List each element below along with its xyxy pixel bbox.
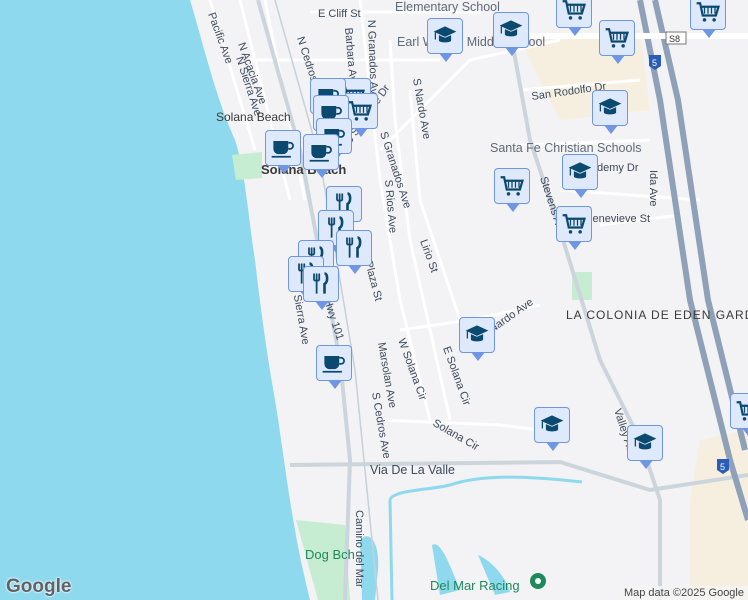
school-icon — [465, 325, 489, 342]
svg-text:Plaza St: Plaza St — [362, 260, 384, 303]
svg-text:Solana Beach: Solana Beach — [216, 110, 291, 124]
svg-text:Genevieve St: Genevieve St — [584, 213, 650, 225]
school-icon — [598, 98, 622, 115]
coffee-icon — [271, 141, 294, 158]
grocery-icon — [736, 401, 748, 421]
restaurant-marker[interactable] — [336, 230, 372, 274]
svg-text:LA COLONIA DE EDEN GARDENS: LA COLONIA DE EDEN GARDENS — [566, 308, 748, 322]
grocery-marker[interactable] — [556, 0, 592, 36]
restaurant-marker[interactable] — [303, 266, 339, 310]
grocery-icon — [562, 214, 586, 234]
school-icon — [633, 433, 657, 450]
svg-text:5: 5 — [720, 462, 725, 472]
school-icon — [433, 26, 457, 43]
svg-text:E Cliff St: E Cliff St — [318, 8, 361, 20]
school-marker[interactable] — [627, 425, 663, 469]
school-marker[interactable] — [592, 90, 628, 134]
coffee-marker[interactable] — [265, 130, 301, 174]
coffee-marker[interactable] — [303, 134, 339, 178]
school-icon — [499, 20, 523, 37]
svg-text:Elementary School: Elementary School — [395, 0, 500, 14]
school-marker[interactable] — [493, 12, 529, 56]
grocery-marker[interactable] — [690, 0, 726, 38]
svg-text:Pacific Ave: Pacific Ave — [205, 11, 235, 65]
grocery-marker[interactable] — [730, 393, 748, 437]
commercial-area — [690, 430, 748, 600]
svg-text:Dog Bch: Dog Bch — [305, 547, 355, 562]
grocery-icon — [605, 28, 629, 48]
restaurant-icon — [346, 236, 362, 258]
grocery-icon — [696, 2, 720, 22]
svg-text:Ida Ave: Ida Ave — [647, 170, 659, 207]
coffee-marker[interactable] — [316, 345, 352, 389]
coffee-icon — [309, 145, 332, 162]
school-icon — [540, 415, 564, 432]
school-icon — [568, 162, 592, 179]
school-marker[interactable] — [562, 154, 598, 198]
school-marker[interactable] — [534, 407, 570, 451]
map-canvas[interactable]: E Cliff St Pacific Ave N Acacia Ave N Si… — [0, 0, 748, 600]
grocery-marker[interactable] — [494, 168, 530, 212]
grocery-icon — [500, 176, 524, 196]
svg-text:Via De La Valle: Via De La Valle — [370, 463, 455, 477]
map-attribution[interactable]: Map data ©2025 Google — [619, 586, 748, 600]
school-marker[interactable] — [427, 18, 463, 62]
svg-text:Del Mar Racing: Del Mar Racing — [430, 578, 520, 593]
coffee-icon — [322, 356, 345, 373]
svg-text:Lirio St: Lirio St — [417, 238, 440, 274]
svg-text:5: 5 — [652, 58, 657, 68]
grocery-icon — [562, 0, 586, 20]
google-logo[interactable]: Google — [6, 576, 71, 598]
svg-text:S8: S8 — [669, 34, 680, 44]
school-marker[interactable] — [459, 317, 495, 361]
grocery-marker[interactable] — [599, 20, 635, 64]
restaurant-icon — [313, 272, 329, 294]
santa-fe-christian-label: Santa Fe Christian Schools — [490, 141, 641, 155]
park — [232, 152, 262, 180]
grocery-marker[interactable] — [556, 206, 592, 250]
